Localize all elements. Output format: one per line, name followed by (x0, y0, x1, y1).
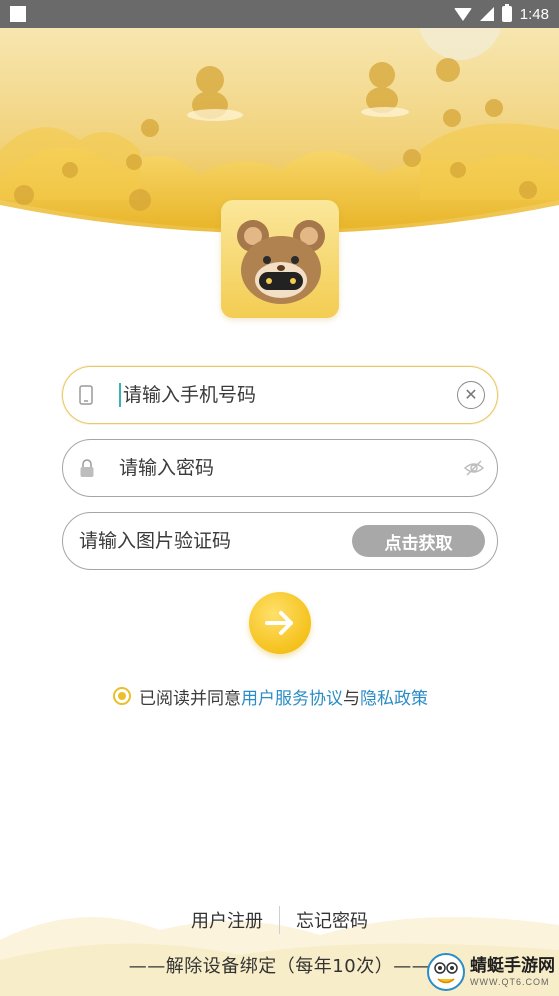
clear-icon[interactable]: ✕ (457, 381, 485, 409)
privacy-link[interactable]: 隐私政策 (360, 684, 428, 709)
signal-icon (479, 7, 494, 21)
dragonfly-logo-icon (427, 953, 465, 991)
eye-hidden-icon[interactable] (463, 457, 485, 479)
captcha-input[interactable] (79, 530, 339, 552)
phone-input[interactable] (123, 384, 423, 406)
login-submit-button[interactable] (249, 592, 311, 654)
watermark-url: WWW.QT6.COM (470, 976, 550, 987)
phone-field[interactable]: ✕ (62, 366, 498, 424)
watermark: 蜻蜓手游网 WWW.QT6.COM (426, 950, 555, 994)
lock-icon (79, 458, 119, 478)
password-input[interactable] (119, 457, 419, 479)
divider (279, 906, 280, 934)
account-links: 用户注册 忘记密码 (0, 905, 559, 935)
agreement-radio[interactable] (113, 687, 131, 705)
forgot-password-link[interactable]: 忘记密码 (296, 907, 368, 933)
agreement-conjunction: 与 (343, 688, 360, 709)
agreement-prefix: 已阅读并同意 (139, 688, 241, 709)
status-bar: 1:48 (0, 0, 559, 28)
get-captcha-button[interactable]: 点击获取 (352, 525, 485, 557)
password-field[interactable] (62, 439, 498, 497)
register-link[interactable]: 用户注册 (191, 907, 263, 933)
status-icons: 1:48 (453, 4, 549, 24)
watermark-name: 蜻蜓手游网 (470, 955, 555, 976)
status-time: 1:48 (519, 5, 549, 23)
wifi-icon (453, 7, 472, 21)
app-logo (221, 200, 339, 318)
agreement-row: 已阅读并同意 用户服务协议 与 隐私政策 (113, 684, 428, 709)
battery-charging-icon (501, 4, 512, 22)
captcha-field[interactable]: 点击获取 (62, 512, 498, 570)
arrow-right-icon (265, 611, 293, 635)
phone-icon (79, 385, 119, 405)
text-cursor (119, 383, 121, 407)
terms-link[interactable]: 用户服务协议 (241, 684, 343, 709)
notification-icon (10, 6, 26, 22)
